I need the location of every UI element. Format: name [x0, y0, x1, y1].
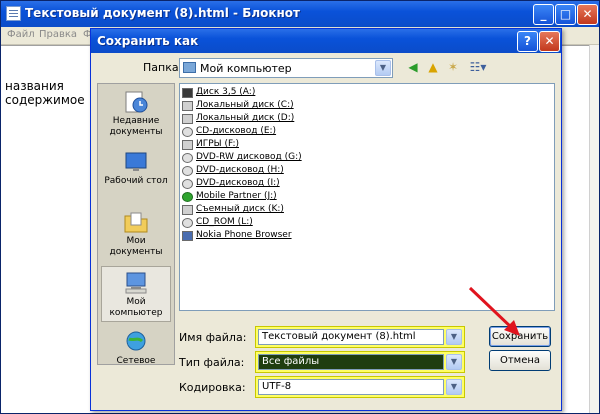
file-name: DVD-RW дисковод (G:): [196, 152, 302, 162]
up-folder-icon[interactable]: ▲: [425, 59, 441, 75]
desktop-icon: [125, 152, 147, 171]
drive-icon: [182, 101, 193, 111]
floppy-icon: [182, 88, 193, 98]
file-name: Mobile Partner (J:): [196, 191, 277, 201]
notepad-title: Текстовый документ (8).html - Блокнот: [25, 6, 301, 20]
back-icon[interactable]: ◀: [405, 59, 421, 75]
place-my-computer[interactable]: Мой компьютер: [101, 266, 171, 322]
file-name: DVD-дисковод (I:): [196, 178, 280, 188]
drive-icon: [182, 140, 193, 150]
menu-file[interactable]: Файл: [7, 29, 35, 40]
minimize-button[interactable]: _: [533, 4, 554, 25]
dialog-close-button[interactable]: ✕: [539, 31, 560, 52]
text-line-2: содержимое: [5, 93, 85, 107]
filename-field-highlight: Текстовый документ (8).html ▼: [255, 326, 465, 348]
cd-icon: [182, 127, 193, 137]
recent-documents-icon: [125, 91, 148, 113]
computer-icon: [183, 62, 196, 73]
place-my-computer-label: Мой компьютер: [109, 297, 163, 318]
file-list[interactable]: Диск 3,5 (A:) Локальный диск (C:) Локаль…: [179, 83, 555, 311]
text-line-1: названия: [5, 79, 64, 93]
chevron-down-icon[interactable]: ▼: [446, 379, 462, 395]
views-menu-icon[interactable]: ☷▾: [467, 59, 489, 75]
folder-select[interactable]: Мой компьютер ▼: [179, 58, 393, 78]
notepad-title-bar[interactable]: Текстовый документ (8).html - Блокнот _ …: [1, 1, 599, 27]
mobile-partner-icon: [182, 192, 193, 202]
help-button[interactable]: ?: [517, 31, 538, 52]
cd-icon: [182, 179, 193, 189]
chevron-down-icon[interactable]: ▼: [446, 329, 462, 345]
file-name: Nokia Phone Browser: [196, 230, 292, 240]
place-network-label: Сетевое: [116, 356, 156, 365]
chevron-down-icon[interactable]: ▼: [446, 354, 462, 370]
place-network[interactable]: Сетевое: [101, 326, 171, 365]
encoding-field-highlight: UTF-8 ▼: [255, 376, 465, 398]
notepad-scrollbar[interactable]: [589, 45, 599, 413]
cd-icon: [182, 153, 193, 163]
close-button[interactable]: ✕: [577, 4, 598, 25]
folder-label: Папка:: [143, 61, 183, 74]
cancel-button[interactable]: Отмена: [489, 350, 551, 371]
filename-value: Текстовый документ (8).html: [262, 331, 416, 342]
file-name: Локальный диск (C:): [196, 100, 294, 110]
menu-edit[interactable]: Правка: [39, 29, 77, 40]
file-name: ИГРЫ (F:): [196, 139, 239, 149]
file-name: CD-дисковод (E:): [196, 126, 277, 136]
place-recent-label: Недавние документы: [109, 116, 163, 137]
save-as-dialog: Сохранить как ? ✕ Папка: Мой компьютер ▼…: [90, 28, 562, 411]
place-my-documents[interactable]: Мои документы: [101, 206, 171, 262]
cd-icon: [182, 166, 193, 176]
cd-icon: [182, 218, 193, 228]
folder-value: Мой компьютер: [200, 62, 292, 75]
save-button[interactable]: Сохранить: [489, 326, 551, 347]
encoding-value: UTF-8: [262, 381, 292, 392]
my-computer-icon: [125, 272, 147, 294]
network-globe-icon: [126, 331, 146, 351]
maximize-button[interactable]: □: [555, 4, 576, 25]
file-name: Съемный диск (K:): [196, 204, 284, 214]
place-recent[interactable]: Недавние документы: [101, 86, 171, 142]
encoding-label: Кодировка:: [179, 381, 246, 394]
chevron-down-icon[interactable]: ▼: [375, 60, 391, 76]
encoding-select[interactable]: UTF-8: [258, 379, 444, 395]
my-documents-icon: [124, 212, 148, 233]
new-folder-icon[interactable]: ✶: [445, 59, 461, 75]
filename-input[interactable]: Текстовый документ (8).html: [258, 329, 444, 345]
file-name: Локальный диск (D:): [196, 113, 295, 123]
drive-icon: [182, 114, 193, 124]
filetype-field-highlight: Все файлы ▼: [255, 351, 465, 373]
dialog-title-bar[interactable]: Сохранить как ? ✕: [91, 29, 561, 53]
filetype-select[interactable]: Все файлы: [258, 354, 444, 370]
phone-icon: [182, 231, 193, 241]
notepad-icon: [6, 6, 21, 21]
place-desktop[interactable]: Рабочий стол: [101, 146, 171, 202]
removable-drive-icon: [182, 205, 193, 215]
filetype-label: Тип файла:: [179, 356, 245, 369]
dialog-title: Сохранить как: [97, 34, 199, 48]
filetype-value: Все файлы: [262, 356, 320, 367]
places-bar: Недавние документы Рабочий стол Мои доку…: [97, 83, 175, 365]
file-name: DVD-дисковод (H:): [196, 165, 284, 175]
place-desktop-label: Рабочий стол: [104, 176, 168, 186]
filename-label: Имя файла:: [179, 331, 247, 344]
file-name: Диск 3,5 (A:): [196, 87, 256, 97]
file-name: CD_ROM (L:): [196, 217, 253, 227]
place-my-documents-label: Мои документы: [109, 236, 163, 257]
